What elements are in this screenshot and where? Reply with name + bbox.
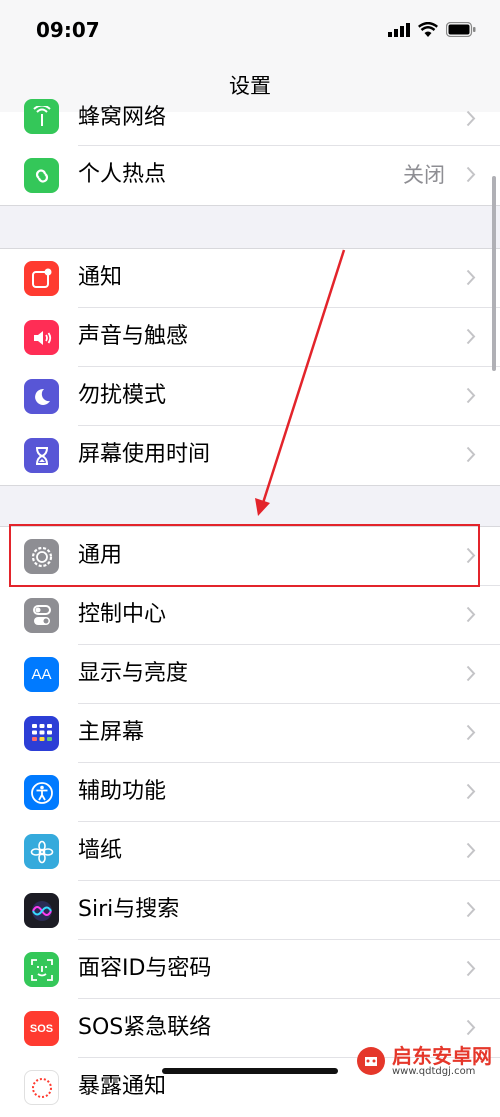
settings-row-accessibility[interactable]: 辅助功能 <box>0 763 500 822</box>
cellular-icon <box>24 99 59 134</box>
chevron-right-icon <box>466 166 476 183</box>
chevron-right-icon <box>466 606 476 623</box>
display-icon-text: AA <box>31 666 52 683</box>
row-label: 声音与触感 <box>78 324 189 349</box>
row-label: 控制中心 <box>78 602 167 627</box>
row-label: 通知 <box>78 265 123 290</box>
scrollbar[interactable] <box>492 176 496 371</box>
settings-row-cellular[interactable]: 蜂窝网络 <box>0 99 500 146</box>
row-label: 辅助功能 <box>78 779 167 804</box>
row-label: 主屏幕 <box>78 720 145 745</box>
chevron-right-icon <box>466 387 476 404</box>
home-indicator[interactable] <box>162 1068 338 1074</box>
accessibility-icon <box>24 775 59 810</box>
settings-row-face-id[interactable]: 面容ID与密码 <box>0 940 500 999</box>
watermark-url: www.qdtdgj.com <box>392 1065 476 1077</box>
chevron-right-icon <box>466 269 476 286</box>
status-bar: 09:07 <box>0 0 500 62</box>
chevron-right-icon <box>466 446 476 463</box>
row-label: 个人热点 <box>78 162 167 187</box>
annotation-highlight-box <box>9 524 480 587</box>
settings-row-control-center[interactable]: 控制中心 <box>0 586 500 645</box>
settings-row-siri[interactable]: Siri与搜索 <box>0 881 500 940</box>
chevron-right-icon <box>466 724 476 741</box>
moon-icon <box>24 379 59 414</box>
siri-icon <box>24 893 59 928</box>
settings-list: 蜂窝网络 个人热点 关闭 通知 声音与触感 勿扰模式 屏幕使用时间 通用 控制中… <box>0 99 500 1117</box>
chevron-right-icon <box>466 1019 476 1036</box>
chevron-right-icon <box>466 783 476 800</box>
signal-icon <box>388 22 410 37</box>
row-label: 墙纸 <box>78 838 123 863</box>
settings-row-notifications[interactable]: 通知 <box>0 249 500 308</box>
wifi-icon <box>418 22 438 37</box>
toggles-icon <box>24 598 59 633</box>
settings-row-screen-time[interactable]: 屏幕使用时间 <box>0 426 500 485</box>
exposure-icon <box>24 1070 59 1105</box>
notifications-icon <box>24 261 59 296</box>
row-label: 勿扰模式 <box>78 383 167 408</box>
settings-row-wallpaper[interactable]: 墙纸 <box>0 822 500 881</box>
watermark-logo-icon <box>357 1047 385 1076</box>
settings-row-hotspot[interactable]: 个人热点 关闭 <box>0 146 500 205</box>
flower-icon <box>24 834 59 869</box>
app-grid-icon <box>24 716 59 751</box>
hotspot-icon <box>24 158 59 193</box>
battery-icon <box>446 22 476 37</box>
chevron-right-icon <box>466 842 476 859</box>
row-label: 暴露通知 <box>78 1074 167 1099</box>
sos-icon-text: SOS <box>29 1022 54 1035</box>
hourglass-icon <box>24 438 59 473</box>
row-label: 屏幕使用时间 <box>78 442 211 467</box>
navigation-bar: 设置 <box>0 62 500 113</box>
settings-row-display[interactable]: AA 显示与亮度 <box>0 645 500 704</box>
section-separator <box>0 485 500 527</box>
sos-icon: SOS <box>24 1011 59 1046</box>
chevron-right-icon <box>466 665 476 682</box>
row-label: Siri与搜索 <box>78 897 180 922</box>
section-separator <box>0 205 500 249</box>
watermark-text: 启东安卓网 www.qdtdgj.com <box>392 1043 492 1078</box>
chevron-right-icon <box>466 901 476 918</box>
face-id-icon <box>24 952 59 987</box>
text-size-icon: AA <box>24 657 59 692</box>
row-label: 面容ID与密码 <box>78 956 212 981</box>
settings-row-dnd[interactable]: 勿扰模式 <box>0 367 500 426</box>
status-icons <box>388 22 476 37</box>
row-label: 蜂窝网络 <box>78 105 167 130</box>
chevron-right-icon <box>466 328 476 345</box>
status-time: 09:07 <box>36 18 100 42</box>
row-label: 显示与亮度 <box>78 661 189 686</box>
watermark-name: 启东安卓网 <box>392 1043 492 1068</box>
settings-row-sounds[interactable]: 声音与触感 <box>0 308 500 367</box>
watermark: 启东安卓网 www.qdtdgj.com <box>356 1043 492 1078</box>
settings-row-home-screen[interactable]: 主屏幕 <box>0 704 500 763</box>
row-label: SOS紧急联络 <box>78 1015 212 1040</box>
chevron-right-icon <box>466 960 476 977</box>
chevron-right-icon <box>466 110 476 127</box>
page-title: 设置 <box>229 74 271 98</box>
hotspot-value: 关闭 <box>403 163 445 187</box>
speaker-icon <box>24 320 59 355</box>
